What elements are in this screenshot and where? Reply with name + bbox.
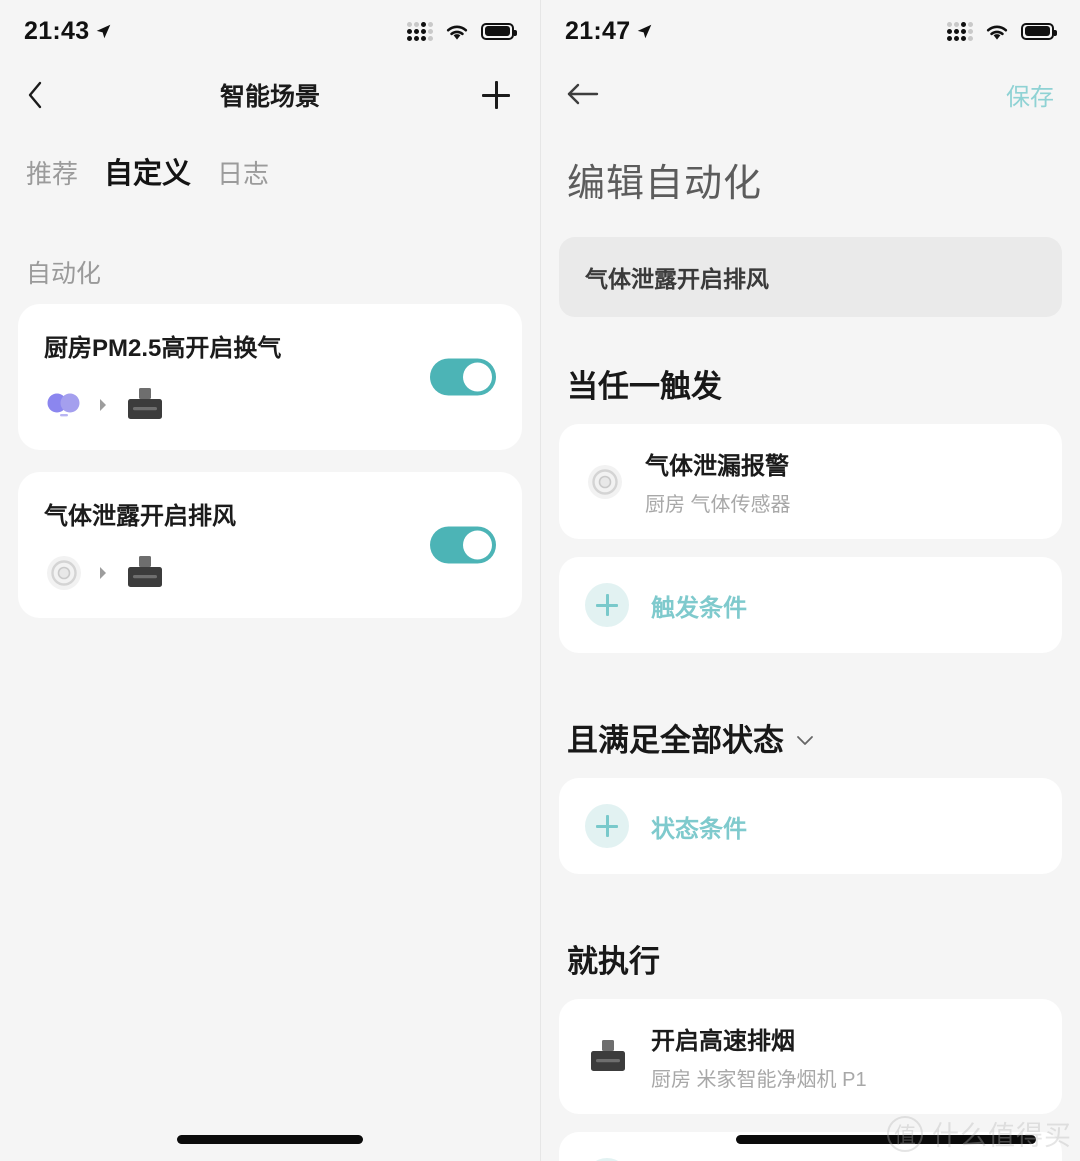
back-button[interactable]	[26, 77, 62, 113]
left-phone-screen: 21:43 智能场景 推荐 自定义 日志 自动化 厨房PM2.5高开启换气 气体…	[0, 0, 540, 1161]
signal-dots-icon	[947, 21, 973, 41]
battery-icon	[481, 22, 517, 40]
home-indicator	[736, 1135, 1036, 1144]
action-item-card[interactable]: 开启高速排烟 厨房 米家智能净烟机 P1	[559, 999, 1062, 1114]
wifi-icon	[446, 25, 468, 40]
status-bar-right-group	[407, 21, 517, 41]
add-scene-button[interactable]	[478, 77, 514, 113]
add-condition-label: 状态条件	[651, 815, 747, 843]
automation-toggle[interactable]	[430, 526, 496, 564]
range-hood-icon	[128, 556, 162, 587]
range-hood-icon	[128, 388, 162, 419]
automation-title: 气体泄露开启排风	[44, 503, 236, 530]
add-trigger-button[interactable]: 触发条件	[559, 557, 1062, 653]
section-heading-trigger: 当任一触发	[541, 317, 1080, 424]
automation-icon-chain	[44, 553, 496, 593]
action-item-subtitle: 厨房 米家智能净烟机 P1	[651, 1069, 867, 1091]
gas-sensor-icon	[47, 556, 81, 590]
save-button[interactable]: 保存	[1006, 77, 1054, 112]
section-heading-condition[interactable]: 且满足全部状态	[541, 671, 1080, 778]
trigger-item-card[interactable]: 气体泄漏报警 厨房 气体传感器	[559, 424, 1062, 539]
dual-screenshot: 21:43 智能场景 推荐 自定义 日志 自动化 厨房PM2.5高开启换气 气体…	[0, 0, 1080, 1161]
trigger-item-title: 气体泄漏报警	[645, 453, 789, 480]
automation-card[interactable]: 气体泄露开启排风	[18, 472, 522, 618]
trigger-item-text: 气体泄漏报警 厨房 气体传感器	[645, 446, 791, 517]
location-arrow-icon	[638, 24, 652, 38]
page-title: 智能场景	[219, 83, 320, 111]
location-arrow-icon	[97, 24, 111, 38]
add-trigger-label: 触发条件	[651, 594, 747, 622]
air-quality-blob-icon	[47, 393, 80, 417]
edit-page-title: 编辑自动化	[567, 163, 763, 205]
toggle-knob	[463, 362, 492, 392]
status-bar-left: 21:43	[0, 0, 540, 62]
trigger-heading-text: 当任一触发	[567, 369, 722, 404]
signal-dots-icon	[407, 21, 433, 41]
section-heading-action: 就执行	[541, 892, 1080, 999]
section-label-automation: 自动化	[26, 260, 102, 288]
chain-arrow-icon	[100, 567, 106, 579]
status-time: 21:43	[24, 16, 90, 45]
status-bar-left-group: 21:43	[24, 17, 112, 46]
navigation-bar-edit: 保存	[541, 62, 1080, 126]
condition-heading-text: 且满足全部状态	[567, 723, 784, 758]
trigger-item-subtitle: 厨房 气体传感器	[645, 494, 791, 516]
status-bar-right-group	[947, 21, 1057, 41]
add-condition-button[interactable]: 状态条件	[559, 778, 1062, 874]
arrow-left-icon[interactable]	[567, 83, 599, 105]
action-item-text: 开启高速排烟 厨房 米家智能净烟机 P1	[651, 1021, 867, 1092]
wifi-icon	[986, 25, 1008, 40]
chevron-down-icon	[797, 736, 813, 745]
automation-toggle[interactable]	[430, 358, 496, 396]
right-phone-screen: 21:47 保存 编辑自动化 气体泄露开启排风 当任一触发 气体泄漏报警 厨房 …	[540, 0, 1080, 1161]
plus-icon	[585, 804, 629, 848]
chain-arrow-icon	[100, 399, 106, 411]
plus-icon	[585, 583, 629, 627]
tab-bar: 推荐 自定义 日志	[0, 128, 540, 192]
automation-icon-chain	[44, 385, 496, 425]
status-bar-right: 21:47	[541, 0, 1080, 62]
chevron-left-icon	[28, 81, 42, 109]
gas-sensor-icon	[588, 464, 622, 499]
tab-recommended[interactable]: 推荐	[26, 154, 78, 191]
battery-icon	[1021, 22, 1057, 40]
status-time: 21:47	[565, 16, 631, 45]
navigation-bar: 智能场景	[0, 62, 540, 128]
automation-title: 厨房PM2.5高开启换气	[44, 335, 282, 362]
tab-custom[interactable]: 自定义	[104, 150, 191, 192]
status-bar-left-group: 21:47	[565, 17, 653, 46]
automation-name-input[interactable]: 气体泄露开启排风	[559, 237, 1062, 317]
home-indicator	[177, 1135, 363, 1144]
range-hood-icon	[591, 1039, 625, 1071]
tab-logs[interactable]: 日志	[217, 154, 269, 191]
action-heading-text: 就执行	[567, 944, 660, 979]
action-item-title: 开启高速排烟	[651, 1028, 795, 1055]
automation-card[interactable]: 厨房PM2.5高开启换气	[18, 304, 522, 450]
toggle-knob	[463, 530, 492, 560]
